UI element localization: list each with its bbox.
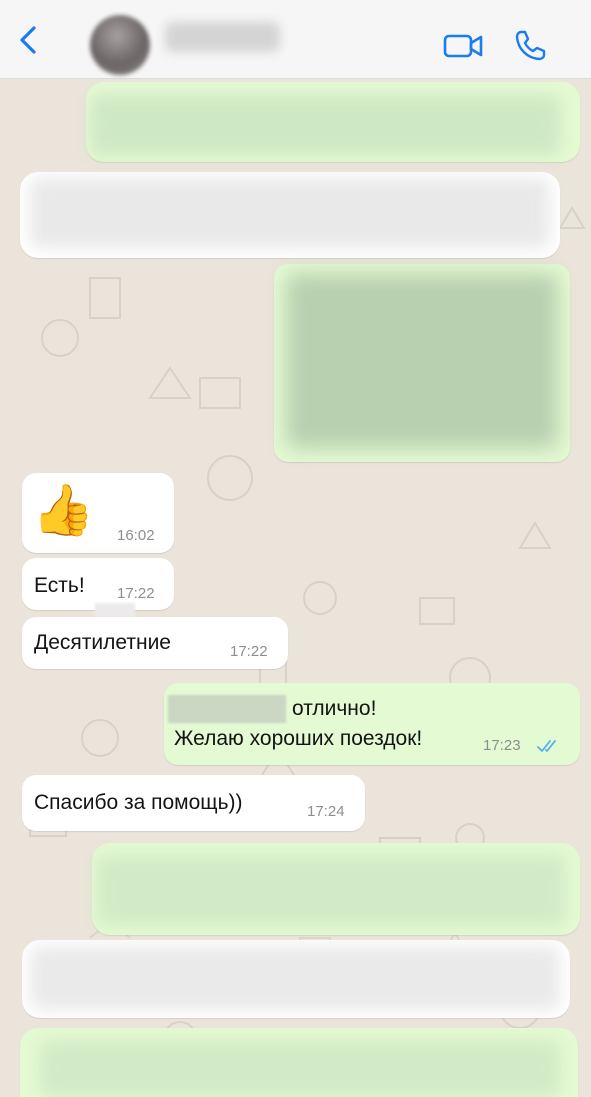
message-text: Есть!: [34, 574, 85, 597]
thumbs-up-emoji: 👍: [32, 482, 95, 538]
message-time: 16:02: [117, 527, 155, 544]
message-time: 17:24: [307, 803, 345, 820]
outgoing-message[interactable]: отлично! Желаю хороших поездок! 17:23: [164, 683, 580, 765]
video-call-icon[interactable]: [442, 30, 486, 62]
message-text: Десятилетние: [34, 631, 171, 654]
phone-call-icon[interactable]: [512, 28, 548, 64]
contact-name-redacted[interactable]: [165, 22, 280, 52]
blurred-image: [286, 274, 558, 448]
contact-avatar[interactable]: [90, 15, 150, 75]
incoming-message[interactable]: Спасибо за помощь)) 17:24: [22, 775, 365, 831]
message-line-1: отлично!: [292, 697, 377, 720]
read-ticks-icon: [537, 740, 556, 752]
redacted-name: [168, 695, 286, 723]
incoming-message[interactable]: Десятилетние 17:22: [22, 617, 288, 669]
message-text: Спасибо за помощь)): [34, 791, 243, 814]
blurred-content: [40, 1040, 560, 1097]
blurred-content: [30, 178, 550, 248]
chevron-left-icon[interactable]: [12, 24, 44, 56]
chat-header: [0, 0, 591, 79]
message-time: 17:22: [230, 643, 268, 660]
redacted-patch: [95, 603, 135, 617]
blurred-content: [30, 946, 560, 1010]
blurred-content: [90, 95, 560, 155]
message-time: 17:23: [483, 737, 521, 754]
incoming-message[interactable]: 👍 16:02: [22, 473, 174, 553]
message-time: 17:22: [117, 585, 155, 602]
message-line-2: Желаю хороших поездок!: [174, 727, 423, 750]
blurred-content: [96, 855, 566, 925]
